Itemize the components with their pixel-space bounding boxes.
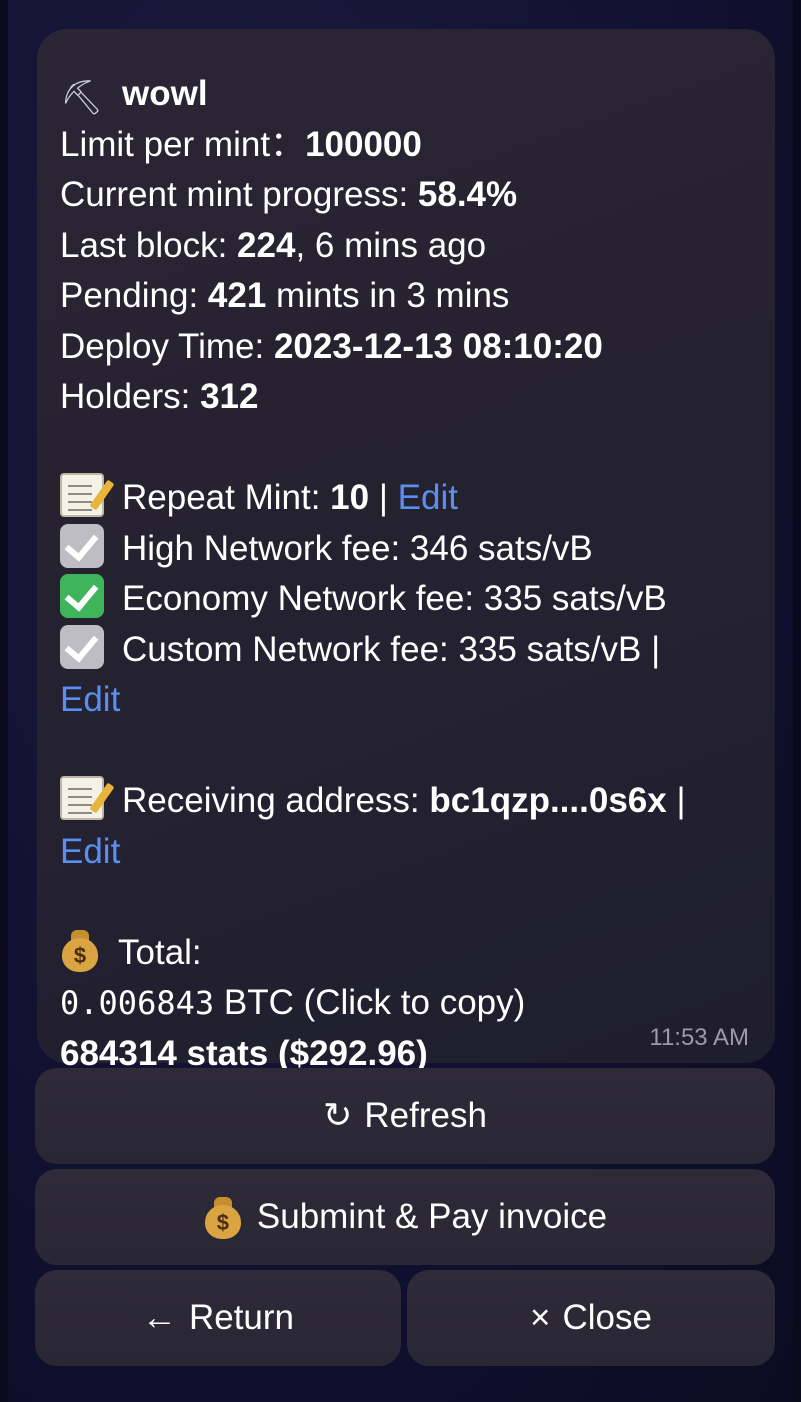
refresh-label: Refresh xyxy=(364,1096,487,1135)
limit-line: Limit per mint：100000 xyxy=(60,120,765,170)
refresh-button[interactable]: ↻ Refresh xyxy=(35,1068,775,1164)
high-fee-line[interactable]: High Network fee: 346 sats/vB xyxy=(60,524,765,574)
close-button[interactable]: × Close xyxy=(407,1270,775,1366)
edit-address-link[interactable]: Edit xyxy=(60,832,120,871)
holders-line: Holders: 312 xyxy=(60,372,765,422)
address-line: Receiving address: bc1qzp....0s6x | xyxy=(60,776,765,826)
edit-repeat-link[interactable]: Edit xyxy=(398,478,458,517)
gray-check-icon xyxy=(60,625,104,669)
token-title: wowl xyxy=(122,74,208,113)
progress-label: Current mint progress: xyxy=(60,175,418,214)
repeat-value: 10 xyxy=(330,478,370,517)
holders-label: Holders: xyxy=(60,377,201,416)
repeat-label: Repeat Mint: xyxy=(122,478,331,517)
limit-value: 100000 xyxy=(305,125,422,164)
back-arrow-icon: ← xyxy=(141,1298,177,1337)
progress-line: Current mint progress: 58.4% xyxy=(60,170,765,220)
custom-fee-edit-line: Edit xyxy=(60,675,765,725)
pending-suffix: mints in 3 mins xyxy=(266,276,510,315)
close-icon: × xyxy=(530,1298,551,1337)
memo-icon xyxy=(60,776,104,820)
high-fee-text: High Network fee: 346 sats/vB xyxy=(122,529,593,568)
message-timestamp: 11:53 AM xyxy=(649,1024,749,1051)
deploy-value: 2023-12-13 08:10:20 xyxy=(273,327,603,366)
total-btc-value[interactable]: 0.006843 xyxy=(60,984,214,1022)
repeat-mint-line: Repeat Mint: 10 | Edit xyxy=(60,473,765,523)
memo-icon xyxy=(60,473,104,517)
last-block-value: 224 xyxy=(237,226,296,265)
limit-label: Limit per mint： xyxy=(60,125,306,164)
repeat-separator: | xyxy=(369,478,398,517)
pick-icon: ⛏ xyxy=(60,79,104,117)
deploy-line: Deploy Time: 2023-12-13 08:10:20 xyxy=(60,322,765,372)
return-button[interactable]: ← Return xyxy=(35,1270,401,1366)
economy-fee-line[interactable]: Economy Network fee: 335 sats/vB xyxy=(60,574,765,624)
total-label: Total: xyxy=(118,933,202,972)
address-separator: | xyxy=(666,781,686,820)
custom-fee-text: Custom Network fee: 335 sats/vB | xyxy=(122,630,661,669)
refresh-icon: ↻ xyxy=(323,1096,353,1135)
total-btc-line[interactable]: 0.006843 BTC (Click to copy) xyxy=(60,978,765,1028)
return-label: Return xyxy=(188,1298,295,1337)
economy-fee-text: Economy Network fee: 335 sats/vB xyxy=(122,579,667,618)
green-check-icon xyxy=(60,574,104,618)
last-block-suffix: , 6 mins ago xyxy=(295,226,487,265)
title-line: ⛏ wowl xyxy=(60,69,765,119)
address-edit-line: Edit xyxy=(60,827,765,877)
money-bag-icon: $ xyxy=(60,928,100,972)
deploy-label: Deploy Time: xyxy=(60,327,274,366)
last-block-line: Last block: 224, 6 mins ago xyxy=(60,221,765,271)
pending-line: Pending: 421 mints in 3 mins xyxy=(60,271,765,321)
submit-label: Submint & Pay invoice xyxy=(256,1197,608,1236)
message-bubble: ⛏ wowl Limit per mint：100000 Current mint… xyxy=(37,29,775,1073)
total-btc-suffix: BTC (Click to copy) xyxy=(214,983,526,1022)
custom-fee-line[interactable]: Custom Network fee: 335 sats/vB | xyxy=(60,625,765,675)
address-value: bc1qzp....0s6x xyxy=(429,781,667,820)
pending-value: 421 xyxy=(207,276,267,315)
gray-check-icon xyxy=(60,524,104,568)
edit-custom-fee-link[interactable]: Edit xyxy=(60,680,120,719)
submit-pay-button[interactable]: $ Submint & Pay invoice xyxy=(35,1169,775,1265)
close-label: Close xyxy=(562,1298,652,1337)
holders-value: 312 xyxy=(200,377,259,416)
total-label-line: $ Total: xyxy=(60,928,765,978)
progress-value: 58.4% xyxy=(417,175,518,214)
pending-label: Pending: xyxy=(60,276,208,315)
last-block-label: Last block: xyxy=(60,226,238,265)
chat-background: ⛏ wowl Limit per mint：100000 Current mint… xyxy=(0,0,801,1402)
money-bag-icon: $ xyxy=(203,1195,243,1239)
address-label: Receiving address: xyxy=(122,781,430,820)
